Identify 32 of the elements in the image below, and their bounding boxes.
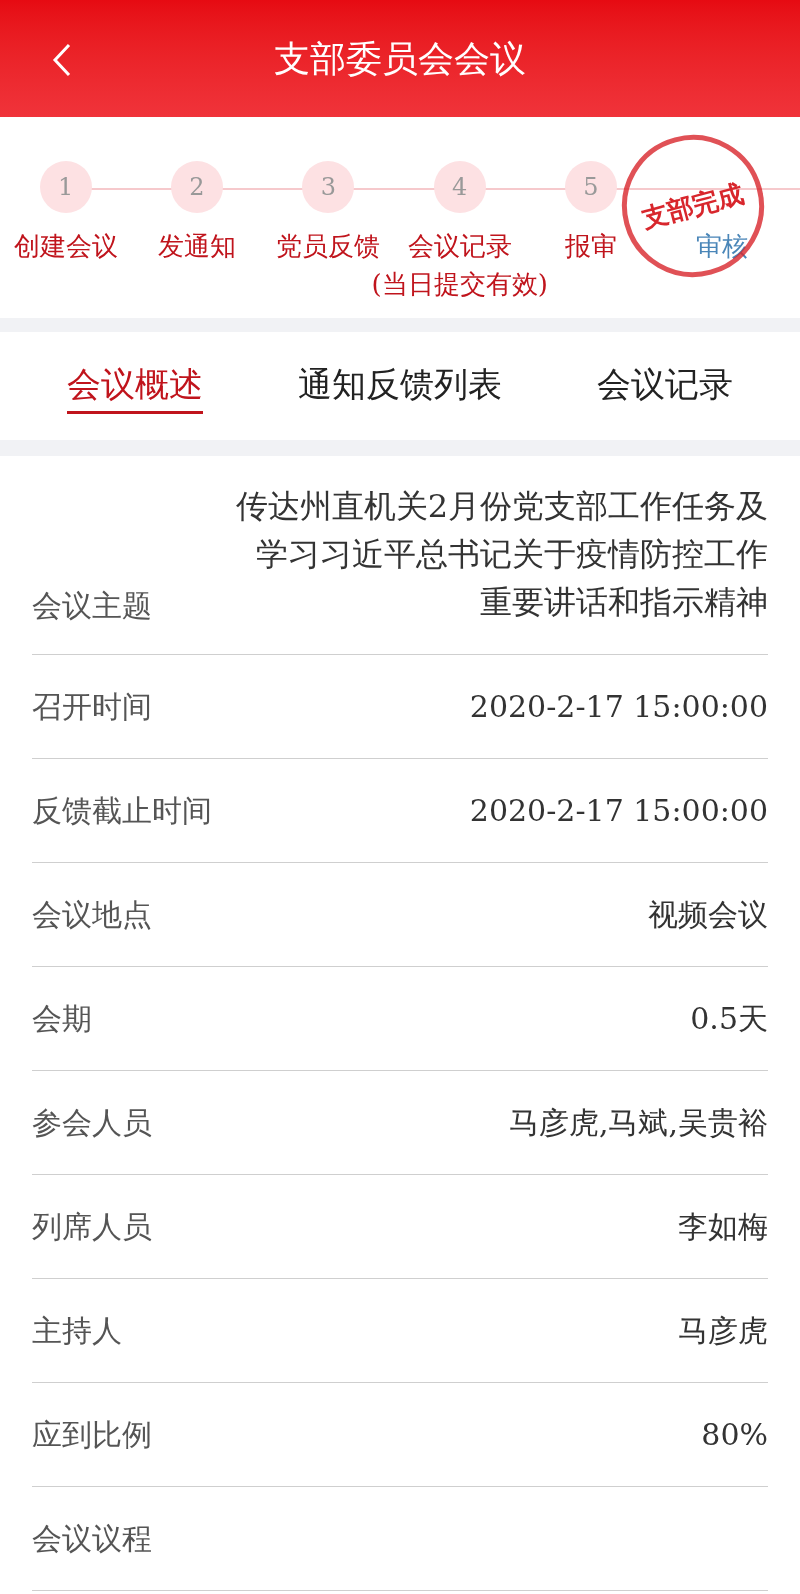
step-label: 创建会议 — [13, 233, 118, 259]
step-label: 党员反馈 — [276, 233, 381, 259]
field-value: 马彦虎 — [678, 1311, 768, 1350]
field-label: 会议议程 — [32, 1519, 152, 1558]
tab[interactable]: 会议概述 — [67, 358, 204, 414]
field-label: 列席人员 — [32, 1207, 152, 1246]
field-label: 会期 — [32, 999, 92, 1038]
step-note: (当日提交有效) — [371, 271, 548, 297]
tab[interactable]: 通知反馈列表 — [298, 358, 502, 414]
step-label: 审核 — [696, 233, 749, 259]
field-value: 80% — [701, 1415, 768, 1454]
field-value: 李如梅 — [678, 1207, 768, 1246]
field-label: 会议主题 — [32, 587, 152, 625]
page-title: 支部委员会会议 — [274, 40, 526, 77]
field-label: 会议地点 — [32, 895, 152, 934]
field-label: 召开时间 — [32, 687, 152, 726]
field-value: 2020-2-17 15:00:00 — [469, 791, 768, 830]
stamp-text: 支部完成 — [639, 180, 747, 232]
step-label: 发通知 — [158, 233, 236, 259]
back-icon — [51, 42, 73, 78]
field-label: 反馈截止时间 — [32, 791, 212, 830]
field-label: 主持人 — [32, 1311, 122, 1350]
field-value: 马彦虎,马斌,吴贵裕 — [508, 1103, 768, 1142]
field-label: 应到比例 — [32, 1415, 152, 1454]
field-value: 2020-2-17 15:00:00 — [469, 687, 768, 726]
step-label: 会议记录 — [407, 233, 512, 259]
field-value: 0.5天 — [690, 999, 768, 1038]
step-label: 报审 — [565, 233, 617, 259]
field-label: 参会人员 — [32, 1103, 152, 1142]
field-value: 视频会议 — [648, 895, 768, 934]
field-value: 传达州直机关2月份党支部工作任务及学习习近平总书记关于疫情防控工作重要讲话和指示精神 — [234, 486, 768, 623]
tab[interactable]: 会议记录 — [596, 358, 733, 414]
